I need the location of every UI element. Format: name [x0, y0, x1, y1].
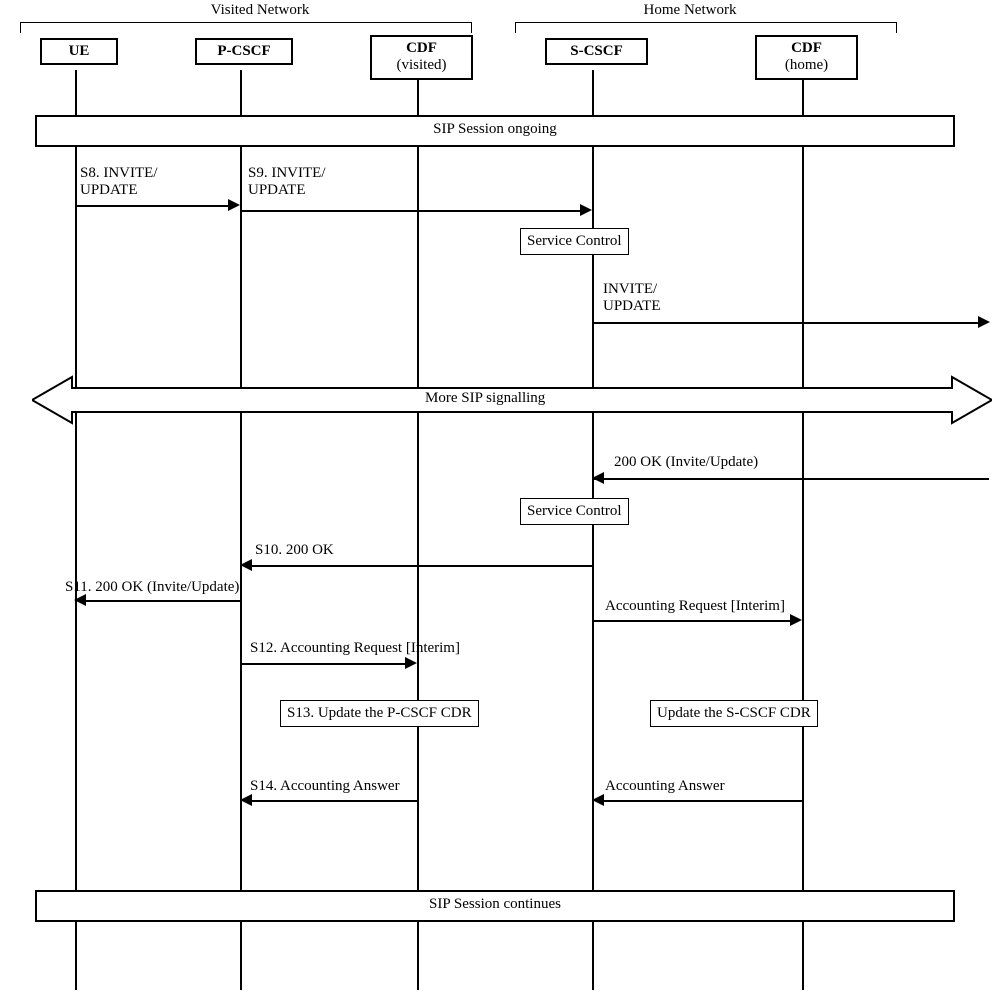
msg-acc-answer-right-label: Accounting Answer [605, 778, 725, 795]
entity-cdf-visited: CDF(visited) [370, 35, 473, 80]
arrow-s10 [244, 565, 592, 567]
msg-s8-label: S8. INVITE/UPDATE [80, 165, 158, 200]
note-service-control-1: Service Control [520, 228, 629, 255]
arrow-200ok-back [594, 478, 989, 480]
msg-invite-update-right-label: INVITE/UPDATE [603, 281, 661, 316]
arrow-s14-head [240, 794, 252, 806]
arrow-acc-answer-right-head [592, 794, 604, 806]
band-more-sip-label: More SIP signalling [425, 390, 545, 407]
arrow-s8 [76, 205, 234, 207]
arrow-s9-head [580, 204, 592, 216]
msg-acc-req-right-label: Accounting Request [Interim] [605, 598, 785, 615]
msg-s9-label: S9. INVITE/UPDATE [248, 165, 326, 200]
arrow-s12 [241, 663, 411, 665]
msg-s11-label: S11. 200 OK (Invite/Update) [65, 579, 239, 596]
arrow-s14 [244, 800, 417, 802]
band-sip-ongoing: SIP Session ongoing [35, 115, 955, 147]
arrow-s9 [241, 210, 586, 212]
lifeline-cdf-home [802, 80, 804, 990]
entity-ue: UE [40, 38, 118, 65]
arrow-s10-head [240, 559, 252, 571]
visited-network-label: Visited Network [180, 2, 340, 19]
home-network-label: Home Network [610, 2, 770, 19]
lifeline-ue [75, 70, 77, 990]
arrow-acc-answer-right [596, 800, 802, 802]
lifeline-pcscf [240, 70, 242, 990]
lifeline-scscf [592, 70, 594, 990]
msg-s14-label: S14. Accounting Answer [250, 778, 400, 795]
arrow-s8-head [228, 199, 240, 211]
entity-pcscf: P-CSCF [195, 38, 293, 65]
arrow-s11-head [74, 594, 86, 606]
arrow-acc-req-right [593, 620, 796, 622]
arrow-invite-right-head [978, 316, 990, 328]
msg-s12-label: S12. Accounting Request [Interim] [250, 640, 460, 657]
entity-cdf-home: CDF(home) [755, 35, 858, 80]
entity-scscf: S-CSCF [545, 38, 648, 65]
arrow-s12-head [405, 657, 417, 669]
band-sip-continues: SIP Session continues [35, 890, 955, 922]
lifeline-cdf-visited [417, 80, 419, 990]
arrow-s11 [78, 600, 240, 602]
note-service-control-2: Service Control [520, 498, 629, 525]
arrow-acc-req-right-head [790, 614, 802, 626]
msg-s10-label: S10. 200 OK [255, 542, 334, 559]
note-s13-update-pcscf-cdr: S13. Update the P-CSCF CDR [280, 700, 479, 727]
visited-bracket [20, 22, 472, 33]
home-bracket [515, 22, 897, 33]
msg-200ok-back-label: 200 OK (Invite/Update) [614, 454, 758, 471]
arrow-invite-right [593, 322, 983, 324]
note-update-scscf-cdr: Update the S-CSCF CDR [650, 700, 818, 727]
sequence-diagram: Visited Network Home Network UE P-CSCF C… [0, 0, 1000, 996]
arrow-200ok-back-head [592, 472, 604, 484]
